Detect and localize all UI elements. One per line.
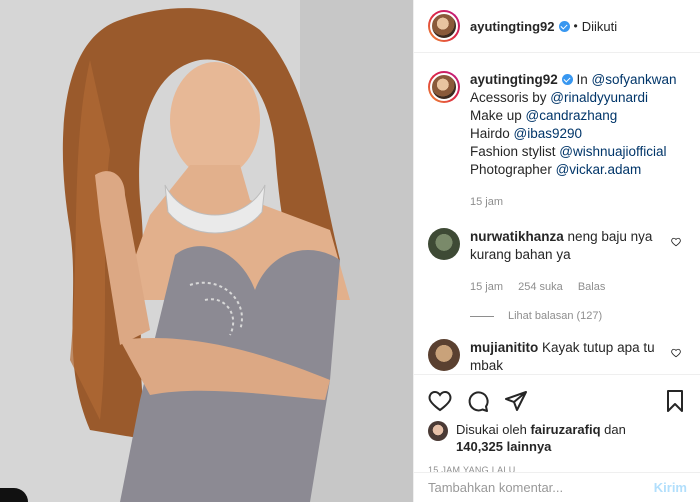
likes-summary: Disukai oleh fairuzarafiq dan 140,325 la…: [428, 421, 687, 455]
action-icons: [428, 383, 687, 419]
likes-text: Disukai oleh fairuzarafiq dan 140,325 la…: [456, 421, 626, 455]
likes-mid: dan: [600, 422, 626, 437]
likes-prefix: Disukai oleh: [456, 422, 531, 437]
post-photo[interactable]: [0, 0, 413, 502]
caption-username[interactable]: ayutingting92: [470, 72, 558, 87]
commenter-avatar[interactable]: [428, 228, 460, 260]
comment-username[interactable]: nurwatikhanza: [470, 229, 564, 244]
share-icon[interactable]: [504, 389, 528, 413]
view-replies-label: Lihat balasan (127): [508, 310, 603, 322]
mention-link[interactable]: @candrazhang: [526, 108, 618, 123]
separator-dot: •: [573, 19, 578, 33]
caption-time[interactable]: 15 jam: [470, 196, 503, 208]
comment-body: mujianitito Kayak tutup apa tu mbak: [470, 339, 687, 374]
verified-badge-icon: [558, 20, 570, 32]
caption-text: In: [576, 72, 592, 87]
caption-text: Acessoris by: [470, 90, 551, 105]
post-image: [0, 0, 413, 502]
comment-likes[interactable]: 254 suka: [518, 281, 563, 293]
author-avatar[interactable]: [428, 10, 460, 42]
heart-icon[interactable]: [428, 389, 452, 413]
caption-text: Photographer: [470, 162, 556, 177]
mention-link[interactable]: @vickar.adam: [556, 162, 642, 177]
view-replies-button[interactable]: Lihat balasan (127): [470, 310, 700, 322]
caption-meta: 15 jam: [470, 193, 687, 211]
comment-input[interactable]: [428, 480, 654, 495]
post-sidebar: ayutingting92 • Diikuti ayutingting92 In…: [413, 0, 700, 502]
caption-text: Fashion stylist: [470, 144, 560, 159]
comment-icon[interactable]: [466, 389, 490, 413]
post-comment-button[interactable]: Kirim: [654, 480, 687, 495]
comment-like-heart-icon[interactable]: [671, 348, 681, 358]
verified-badge-icon: [561, 74, 573, 85]
comment-meta: 15 jam 254 suka Balas: [470, 278, 687, 296]
likes-count[interactable]: 140,325 lainnya: [456, 439, 551, 454]
reply-button[interactable]: Balas: [578, 281, 606, 293]
replies-divider: [470, 315, 494, 317]
caption-body: ayutingting92 In @sofyankwan Acessoris b…: [470, 71, 687, 211]
comment-item: nurwatikhanza neng baju nya kurang bahan…: [414, 211, 700, 296]
mention-link[interactable]: @sofyankwan: [592, 72, 677, 87]
follow-status-button[interactable]: Diikuti: [582, 19, 617, 34]
bookmark-icon[interactable]: [663, 389, 687, 413]
comment-username[interactable]: mujianitito: [470, 340, 538, 355]
post-header: ayutingting92 • Diikuti: [414, 0, 700, 53]
author-username[interactable]: ayutingting92: [470, 19, 555, 34]
comment-time[interactable]: 15 jam: [470, 281, 503, 293]
caption-avatar[interactable]: [428, 71, 460, 103]
mention-link[interactable]: @rinaldyyunardi: [550, 90, 648, 105]
mention-link[interactable]: @wishnuajiofficial: [559, 144, 666, 159]
liker-avatar[interactable]: [428, 421, 448, 441]
comment-item: mujianitito Kayak tutup apa tu mbak: [414, 322, 700, 374]
liker-username[interactable]: fairuzarafiq: [530, 422, 600, 437]
caption-text: Make up: [470, 108, 526, 123]
caption: ayutingting92 In @sofyankwan Acessoris b…: [414, 54, 700, 211]
caption-text: Hairdo: [470, 126, 514, 141]
post-actions: Disukai oleh fairuzarafiq dan 140,325 la…: [414, 374, 700, 475]
comment-like-heart-icon[interactable]: [671, 237, 681, 247]
add-comment-bar: Kirim: [414, 472, 700, 502]
commenter-avatar[interactable]: [428, 339, 460, 371]
comments-list[interactable]: ayutingting92 In @sofyankwan Acessoris b…: [414, 54, 700, 374]
mention-link[interactable]: @ibas9290: [514, 126, 583, 141]
comment-body: nurwatikhanza neng baju nya kurang bahan…: [470, 228, 687, 296]
